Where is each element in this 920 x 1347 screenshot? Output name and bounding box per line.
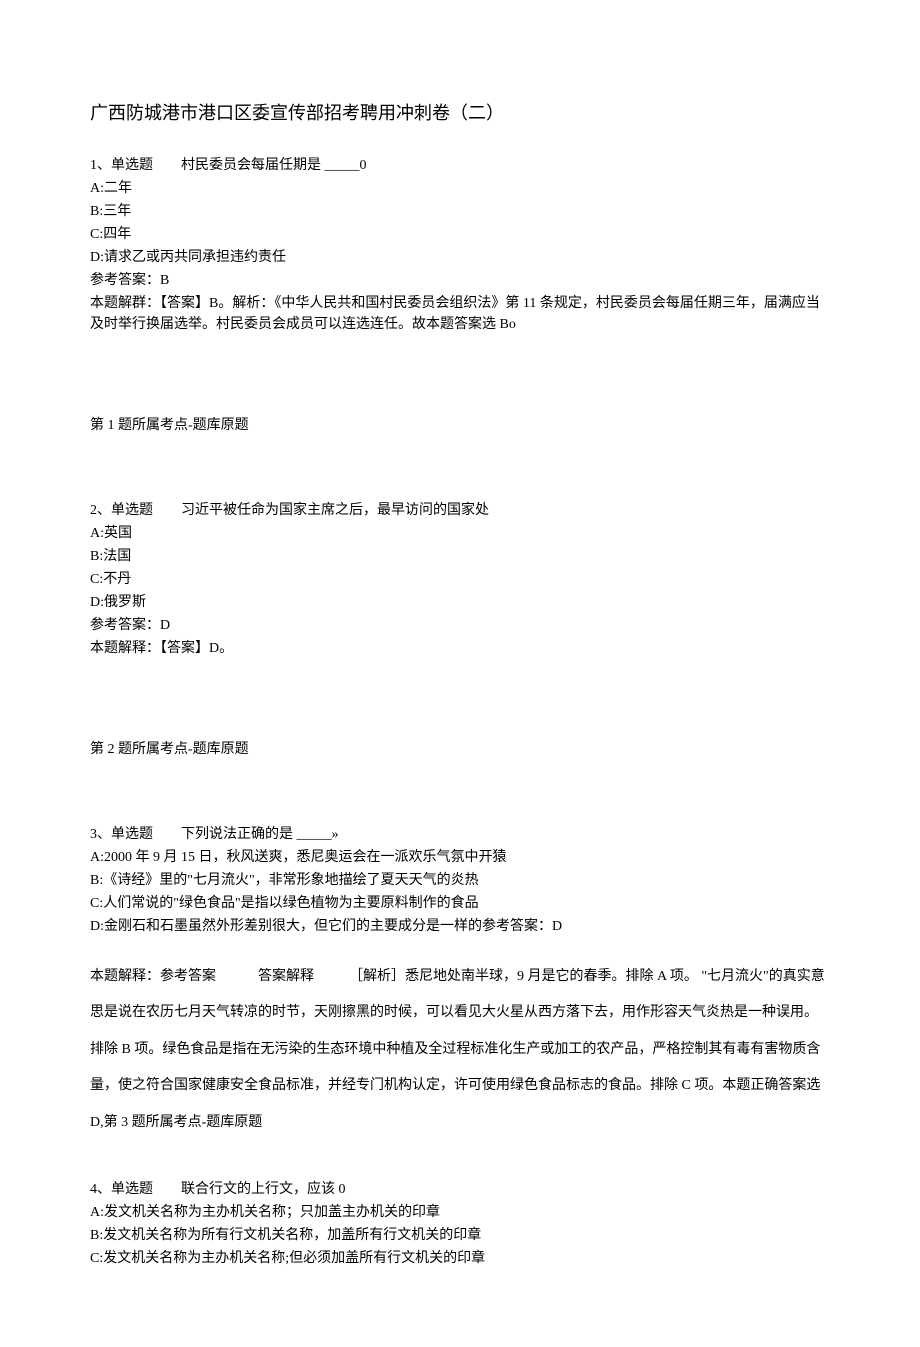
q1-explanation: 本题解群：【答案】B。解析：《中华人民共和国村民委员会组织法》第 11 条规定，…: [90, 293, 830, 335]
q1-option-b: B:三年: [90, 201, 830, 222]
q3-option-d: D:金刚石和石墨虽然外形差别很大，但它们的主要成分是一样的参考答案：D: [90, 916, 830, 937]
q2-stem: 2、单选题 习近平被任命为国家主席之后，最早访问的国家处: [90, 500, 830, 521]
q2-option-b: B:法国: [90, 546, 830, 567]
q4-option-c: C:发文机关名称为主办机关名称;但必须加盖所有行文机关的印章: [90, 1248, 830, 1269]
q2-option-a: A:英国: [90, 523, 830, 544]
document-page: 广西防城港市港口区委宣传部招考聘用冲刺卷（二） 1、单选题 村民委员会每届任期是…: [0, 0, 920, 1347]
q3-option-a: A:2000 年 9 月 15 日，秋风送爽，悉尼奥运会在一派欢乐气氛中开猿: [90, 847, 830, 868]
q1-option-c: C:四年: [90, 224, 830, 245]
q2-explanation: 本题解释：【答案】D。: [90, 638, 830, 659]
question-2: 2、单选题 习近平被任命为国家主席之后，最早访问的国家处 A:英国 B:法国 C…: [90, 500, 830, 659]
question-4: 4、单选题 联合行文的上行文，应该 0 A:发文机关名称为主办机关名称；只加盖主…: [90, 1179, 830, 1269]
q1-topic: 第 1 题所属考点-题库原题: [90, 415, 830, 436]
q3-stem: 3、单选题 下列说法正确的是 _____»: [90, 824, 830, 845]
q3-option-b: B:《诗经》里的"七月流火"，非常形象地描绘了夏天天气的炎热: [90, 870, 830, 891]
question-3: 3、单选题 下列说法正确的是 _____» A:2000 年 9 月 15 日，…: [90, 824, 830, 1141]
q4-stem: 4、单选题 联合行文的上行文，应该 0: [90, 1179, 830, 1200]
q4-option-b: B:发文机关名称为所有行文机关名称，加盖所有行文机关的印章: [90, 1225, 830, 1246]
q2-option-d: D:俄罗斯: [90, 592, 830, 613]
q1-option-d: D:请求乙或丙共同承担违约责任: [90, 247, 830, 268]
q2-option-c: C:不丹: [90, 569, 830, 590]
q1-option-a: A:二年: [90, 178, 830, 199]
question-1: 1、单选题 村民委员会每届任期是 _____0 A:二年 B:三年 C:四年 D…: [90, 155, 830, 335]
q1-stem: 1、单选题 村民委员会每届任期是 _____0: [90, 155, 830, 176]
q3-explanation: 本题解释：参考答案 答案解释 ［解析］悉尼地处南半球，9 月是它的春季。排除 A…: [90, 959, 830, 1141]
q1-answer: 参考答案：B: [90, 270, 830, 291]
q3-option-c: C:人们常说的"绿色食品"是指以绿色植物为主要原料制作的食品: [90, 893, 830, 914]
q4-option-a: A:发文机关名称为主办机关名称；只加盖主办机关的印章: [90, 1202, 830, 1223]
q2-answer: 参考答案：D: [90, 615, 830, 636]
q2-topic: 第 2 题所属考点-题库原题: [90, 739, 830, 760]
document-title: 广西防城港市港口区委宣传部招考聘用冲刺卷（二）: [90, 100, 830, 127]
